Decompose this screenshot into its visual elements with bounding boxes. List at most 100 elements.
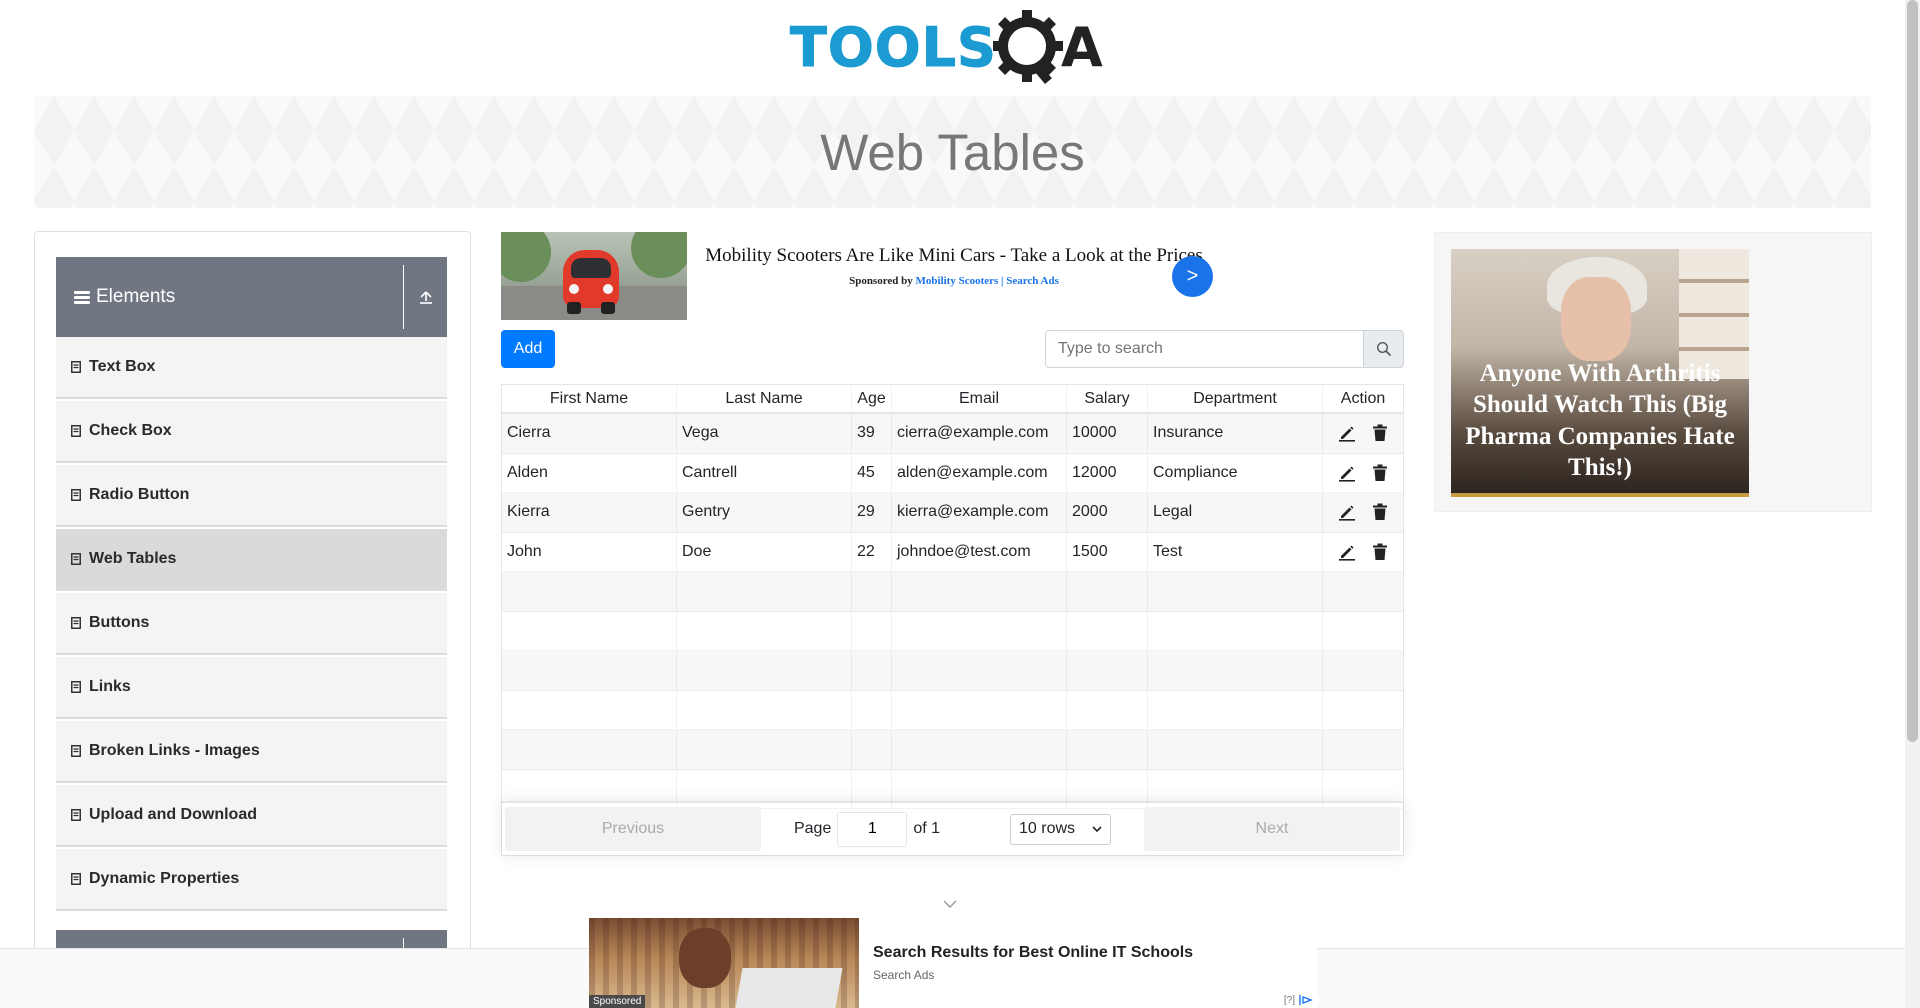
doc-icon — [71, 809, 81, 821]
cell-salary: 2000 — [1067, 493, 1148, 532]
bottom-ad-copy: Search Results for Best Online IT School… — [859, 918, 1317, 1008]
table-row-empty — [502, 651, 1403, 691]
page-scrollbar[interactable] — [1905, 0, 1920, 1008]
sidebar-item-radio-button[interactable]: Radio Button — [56, 465, 447, 527]
ad-go-button[interactable]: > — [1172, 256, 1213, 297]
edit-icon[interactable] — [1338, 543, 1356, 561]
chevron-down-icon[interactable] — [943, 900, 957, 908]
cell-email: johndoe@test.com — [892, 532, 1067, 571]
header-age[interactable]: Age — [852, 385, 892, 412]
scrollbar-thumb[interactable] — [1907, 0, 1918, 742]
cell-department: Compliance — [1148, 453, 1323, 492]
sidebar-item-label: Broken Links - Images — [89, 742, 260, 759]
previous-button[interactable]: Previous — [505, 807, 761, 851]
edit-icon[interactable] — [1338, 424, 1356, 442]
sidebar-item-label: Text Box — [89, 358, 156, 375]
table-row: Cierra Vega 39 cierra@example.com 10000 … — [502, 414, 1403, 454]
logo-tools-text: TOOLS — [790, 16, 997, 79]
page-title: Web Tables — [820, 123, 1085, 181]
sidebar-item-web-tables[interactable]: Web Tables — [56, 529, 447, 591]
cell-department: Insurance — [1148, 414, 1323, 453]
bottom-ad[interactable]: Sponsored Search Results for Best Online… — [589, 918, 1317, 1008]
header-salary[interactable]: Salary — [1067, 385, 1148, 412]
page-input[interactable] — [837, 811, 908, 847]
search-input[interactable] — [1045, 330, 1364, 368]
add-button[interactable]: Add — [501, 330, 555, 368]
cell-department: Test — [1148, 532, 1323, 571]
cell-action — [1323, 414, 1403, 453]
header-action: Action — [1340, 390, 1386, 407]
delete-icon[interactable] — [1372, 464, 1388, 482]
table-row: Kierra Gentry 29 kierra@example.com 2000… — [502, 493, 1403, 533]
cell-last-name: Vega — [677, 414, 852, 453]
cell-last-name: Doe — [677, 532, 852, 571]
table-header: First Name Last Name Age Email Salary De… — [502, 385, 1403, 414]
sidebar-item-dynamic-properties[interactable]: Dynamic Properties — [56, 849, 447, 911]
next-button[interactable]: Next — [1144, 807, 1400, 851]
cell-salary: 1500 — [1067, 532, 1148, 571]
sidebar-item-broken-links[interactable]: Broken Links - Images — [56, 721, 447, 783]
bottom-ad-headline[interactable]: Search Results for Best Online IT School… — [873, 944, 1303, 962]
table-row-empty — [502, 730, 1403, 770]
sidebar-item-links[interactable]: Links — [56, 657, 447, 719]
ad-sponsor-link[interactable]: Mobility Scooters | Search Ads — [916, 275, 1059, 287]
sidebar-item-check-box[interactable]: Check Box — [56, 401, 447, 463]
cell-salary: 12000 — [1067, 453, 1148, 492]
cell-first-name: John — [502, 532, 677, 571]
school-ad-image: Sponsored — [589, 918, 859, 1008]
delete-icon[interactable] — [1372, 424, 1388, 442]
group-header-elements[interactable]: Elements — [56, 257, 447, 337]
search-button[interactable] — [1364, 330, 1404, 368]
sidebar-item-buttons[interactable]: Buttons — [56, 593, 447, 655]
cell-email: cierra@example.com — [892, 414, 1067, 453]
ad-copy: Mobility Scooters Are Like Mini Cars - T… — [687, 232, 1221, 320]
cell-first-name: Kierra — [502, 493, 677, 532]
cell-last-name: Gentry — [677, 493, 852, 532]
sponsored-ad[interactable]: Mobility Scooters Are Like Mini Cars - T… — [501, 232, 1221, 320]
sidebar-item-label: Dynamic Properties — [89, 870, 240, 887]
menu-icon — [74, 289, 90, 306]
doc-icon — [71, 361, 81, 373]
toolsqa-logo[interactable]: TOOLS A — [790, 8, 1120, 88]
cell-salary: 10000 — [1067, 414, 1148, 453]
doc-icon — [71, 425, 81, 437]
pagination: Previous Page of 1 10 rows Next — [502, 801, 1403, 855]
delete-icon[interactable] — [1372, 503, 1388, 521]
table-row-empty — [502, 611, 1403, 651]
group-title-label: Elements — [96, 286, 176, 307]
left-panel: Elements Text Box Check Box Radio Button… — [34, 231, 471, 1008]
cell-first-name: Cierra — [502, 414, 677, 453]
doc-icon — [71, 553, 81, 565]
page-total: of 1 — [913, 820, 941, 837]
cell-first-name: Alden — [502, 453, 677, 492]
sidebar-item-label: Buttons — [89, 614, 150, 631]
cell-email: kierra@example.com — [892, 493, 1067, 532]
edit-icon[interactable] — [1338, 464, 1356, 482]
doc-icon — [71, 745, 81, 757]
side-ad[interactable]: Anyone With Arthritis Should Watch This … — [1434, 232, 1872, 512]
ad-sponsor: Sponsored by Mobility Scooters | Search … — [849, 274, 1059, 287]
rows-per-page-select[interactable]: 10 rows — [1010, 813, 1112, 845]
logo-a-text: A — [1060, 16, 1104, 79]
collapse-toggle[interactable] — [403, 265, 447, 329]
header-last-name[interactable]: Last Name — [677, 385, 852, 412]
header-first-name[interactable]: First Name — [502, 385, 677, 412]
ad-info[interactable]: [?] — [1284, 994, 1313, 1006]
sidebar-item-text-box[interactable]: Text Box — [56, 337, 447, 399]
page-banner: Web Tables — [34, 96, 1871, 208]
sidebar-item-label: Check Box — [89, 422, 172, 439]
sidebar-item-label: Links — [89, 678, 131, 695]
upload-arrow-icon — [419, 291, 432, 304]
ad-headline[interactable]: Mobility Scooters Are Like Mini Cars - T… — [697, 244, 1211, 269]
page: TOOLS A Web Tables Elements Text Box Che… — [0, 0, 1920, 1008]
header-department[interactable]: Department — [1148, 385, 1323, 412]
delete-icon[interactable] — [1372, 543, 1388, 561]
group-title: Elements — [56, 286, 403, 308]
cell-age: 22 — [852, 532, 892, 571]
bottom-ad-source: Search Ads — [873, 968, 935, 982]
sidebar-item-upload-download[interactable]: Upload and Download — [56, 785, 447, 847]
edit-icon[interactable] — [1338, 503, 1356, 521]
page-info: Page of 1 10 rows — [761, 811, 1144, 847]
header-email[interactable]: Email — [892, 385, 1067, 412]
cell-age: 45 — [852, 453, 892, 492]
